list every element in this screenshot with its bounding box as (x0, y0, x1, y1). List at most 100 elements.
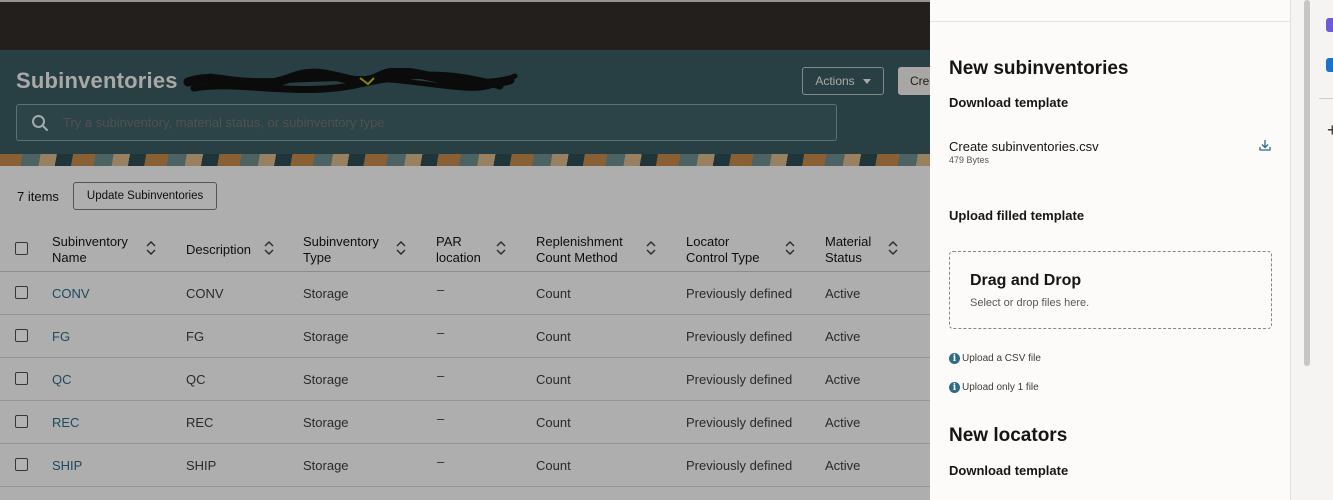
subinventory-name-link[interactable]: QC (52, 372, 72, 387)
subinventory-name-link[interactable]: CONV (52, 286, 90, 301)
column-header-line: Material (825, 234, 872, 249)
hint-text: Upload a CSV file (962, 353, 1041, 364)
hint-text: Upload only 1 file (962, 382, 1039, 393)
update-subinventories-button[interactable]: Update Subinventories (72, 182, 218, 210)
section-title-locators: New locators (949, 425, 1068, 446)
plus-icon[interactable]: + (1327, 120, 1333, 141)
actions-menu-button[interactable]: Actions (802, 67, 884, 95)
column-header-line: Name (52, 250, 87, 265)
cell-locator: Previously defined (686, 329, 793, 344)
table-row[interactable]: FG FG Storage – Count Previously defined… (0, 315, 930, 358)
items-count: 7 items (17, 188, 59, 204)
sort-icon[interactable] (146, 241, 156, 255)
table-row[interactable]: CONV CONV Storage – Count Previously def… (0, 272, 930, 315)
drawer-scrollbar[interactable] (1304, 0, 1310, 366)
column-header-line: location (436, 250, 481, 265)
row-checkbox[interactable] (15, 286, 28, 299)
file-dropzone[interactable]: Drag and Drop Select or drop files here. (949, 251, 1272, 329)
cell-locator: Previously defined (686, 286, 793, 301)
column-header-par[interactable]: PAR location (436, 234, 481, 266)
cell-par: – (437, 282, 445, 297)
page-header: Subinventories Actions Create (0, 50, 930, 166)
info-icon: i (949, 382, 960, 393)
decorative-band (0, 154, 930, 166)
cell-method: Count (536, 415, 571, 430)
download-icon[interactable] (1259, 139, 1271, 151)
dropzone-subtitle: Select or drop files here. (970, 297, 1090, 309)
template-file-size: 479 Bytes (949, 155, 990, 165)
sort-icon[interactable] (264, 241, 274, 255)
search-bar[interactable] (16, 104, 837, 141)
table-row[interactable]: QC QC Storage – Count Previously defined… (0, 358, 930, 401)
cell-locator: Previously defined (686, 415, 793, 430)
cell-status: Active (825, 415, 861, 430)
app-icon[interactable] (1326, 58, 1333, 72)
dropzone-title: Drag and Drop (970, 272, 1082, 289)
page-title: Subinventories (16, 68, 178, 93)
column-header-line: Replenishment (536, 234, 623, 249)
row-checkbox[interactable] (15, 329, 28, 342)
upload-drawer: New subinventories Download template Cre… (930, 0, 1290, 500)
redaction-scribble (183, 68, 518, 94)
sort-icon[interactable] (646, 241, 656, 255)
row-checkbox[interactable] (15, 458, 28, 471)
app-icon[interactable] (1326, 18, 1333, 32)
create-button[interactable]: Create (898, 67, 930, 95)
hint-one-file: i Upload only 1 file (949, 382, 1039, 393)
cell-method: Count (536, 458, 571, 473)
column-header-line: Subinventory (303, 234, 379, 249)
sort-icon[interactable] (396, 241, 406, 255)
sort-icon[interactable] (888, 241, 898, 255)
actions-label: Actions (815, 74, 855, 88)
sort-icon[interactable] (785, 241, 795, 255)
cell-type: Storage (303, 415, 349, 430)
cell-status: Active (825, 329, 861, 344)
column-header-locator[interactable]: Locator Control Type (686, 234, 759, 266)
cell-type: Storage (303, 372, 349, 387)
info-icon: i (949, 353, 960, 364)
subinventory-name-link[interactable]: SHIP (52, 458, 82, 473)
cell-description: SHIP (186, 458, 217, 473)
row-checkbox[interactable] (15, 372, 28, 385)
cell-par: – (437, 454, 445, 469)
table-row[interactable]: REC REC Storage – Count Previously defin… (0, 401, 930, 444)
cell-type: Storage (303, 458, 349, 473)
table-toolbar: 7 items Update Subinventories (17, 182, 218, 210)
row-checkbox[interactable] (15, 415, 28, 428)
section-title-subinventories: New subinventories (949, 58, 1129, 79)
sort-icon[interactable] (496, 241, 506, 255)
global-header (0, 0, 930, 50)
template-file-name: Create subinventories.csv (949, 139, 1099, 154)
column-header-line: Subinventory (52, 234, 128, 249)
cell-description: FG (186, 329, 205, 344)
cell-locator: Previously defined (686, 372, 793, 387)
cell-par: – (437, 411, 445, 426)
cell-type: Storage (303, 329, 349, 344)
column-header-line: Description (186, 242, 252, 257)
select-all-checkbox[interactable] (15, 242, 28, 255)
column-header-description[interactable]: Description (186, 242, 251, 258)
column-header-line: Locator (686, 234, 730, 249)
table-row[interactable]: SHIP SHIP Storage – Count Previously def… (0, 444, 930, 487)
cell-description: REC (186, 415, 214, 430)
cell-description: QC (186, 372, 206, 387)
hint-csv: i Upload a CSV file (949, 353, 1041, 364)
subinventory-name-link[interactable]: FG (52, 329, 70, 344)
column-header-name[interactable]: Subinventory Name (52, 234, 128, 266)
column-header-status[interactable]: Material Status (825, 234, 871, 266)
subinventory-name-link[interactable]: REC (52, 415, 79, 430)
side-strip: + (1290, 0, 1333, 500)
cell-par: – (437, 368, 445, 383)
main-content: 7 items Update Subinventories Subinvento… (0, 166, 930, 500)
download-template-heading-locators: Download template (949, 463, 1069, 478)
cell-method: Count (536, 286, 571, 301)
search-input[interactable] (63, 115, 763, 130)
column-header-line: Status (825, 250, 862, 265)
column-header-method[interactable]: Replenishment Count Method (536, 234, 623, 266)
table-header: Subinventory Name Description Subinvento… (0, 230, 930, 272)
cell-method: Count (536, 329, 571, 344)
column-header-type[interactable]: Subinventory Type (303, 234, 379, 266)
cell-method: Count (536, 372, 571, 387)
cell-status: Active (825, 286, 861, 301)
column-header-line: PAR (436, 234, 462, 249)
